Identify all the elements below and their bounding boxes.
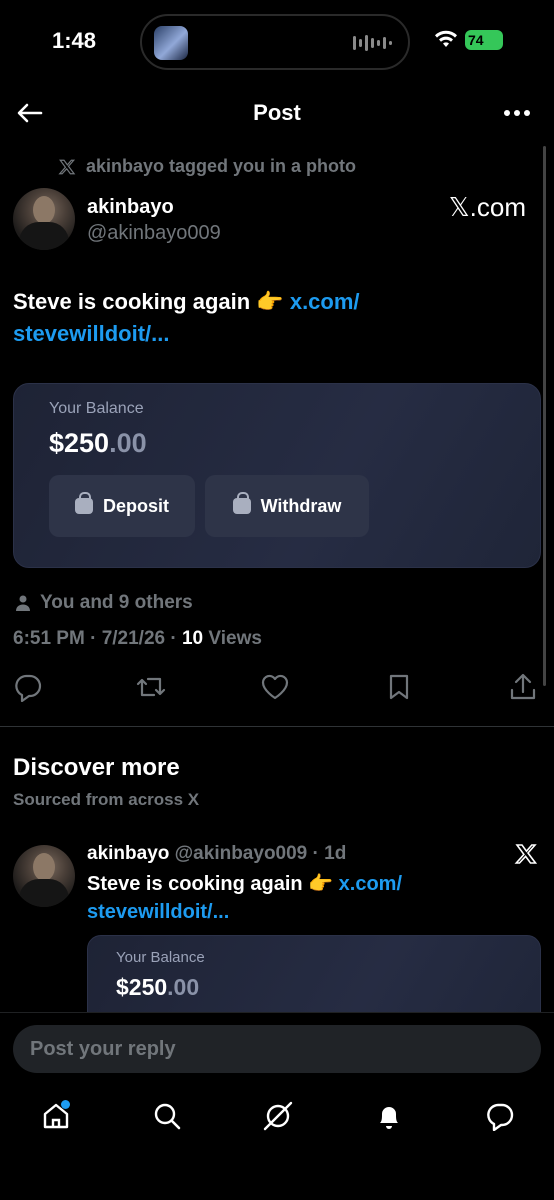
author-handle-time: @akinbayo009 · 1d <box>174 843 347 864</box>
recommended-post-text[interactable]: Steve is cooking again 👉 x.com/stevewill… <box>87 870 507 926</box>
dynamic-island[interactable] <box>140 14 410 70</box>
reply-icon[interactable] <box>13 672 43 702</box>
x-logo-icon[interactable] <box>514 842 538 866</box>
wifi-icon <box>435 30 457 47</box>
avatar[interactable] <box>13 188 75 250</box>
discover-subtitle: Sourced from across X <box>13 790 200 809</box>
battery-level: 74 <box>468 32 484 48</box>
balance-value: $250.00 <box>116 974 200 1000</box>
post-body: Steve is cooking again 👉 <box>13 289 284 314</box>
author-name[interactable]: akinbayo <box>87 196 174 219</box>
views-label: Views <box>203 628 262 649</box>
person-icon <box>16 595 30 611</box>
tab-grok[interactable] <box>258 1096 298 1136</box>
status-bar: 1:48 74 <box>0 0 554 84</box>
discover-title: Discover more <box>13 754 180 781</box>
balance-label: Your Balance <box>49 400 144 417</box>
bookmark-icon[interactable] <box>384 672 414 702</box>
source-domain-label[interactable]: 𝕏.com <box>449 192 526 223</box>
views-count[interactable]: 10 <box>182 628 203 649</box>
recommended-post-header[interactable]: akinbayo @akinbayo009 · 1d <box>87 843 346 865</box>
wallet-icon <box>74 492 93 514</box>
divider <box>0 726 554 727</box>
grok-icon <box>263 1101 293 1131</box>
now-playing-thumbnail <box>154 26 188 60</box>
tab-search[interactable] <box>147 1096 187 1136</box>
scrollbar[interactable] <box>543 146 546 686</box>
bottom-tab-bar <box>0 1088 554 1148</box>
avatar[interactable] <box>13 845 75 907</box>
search-icon <box>154 1103 181 1130</box>
like-heart-icon[interactable] <box>260 672 290 702</box>
battery-icon: 74 <box>465 30 503 50</box>
chat-icon <box>487 1103 514 1131</box>
wallet-icon <box>232 492 251 514</box>
balance-label: Your Balance <box>116 949 205 966</box>
liked-by[interactable]: You and 9 others <box>16 592 193 614</box>
top-nav: Post <box>0 96 554 136</box>
timestamp: 6:51 PM · 7/21/26 · <box>13 628 182 649</box>
repost-icon[interactable] <box>136 672 166 702</box>
withdraw-button[interactable]: Withdraw <box>205 475 369 537</box>
share-icon[interactable] <box>508 672 538 702</box>
post-meta: 6:51 PM · 7/21/26 · 10 Views <box>13 628 262 650</box>
status-time: 1:48 <box>52 28 97 53</box>
post-text: Steve is cooking again 👉 x.com/stevewill… <box>13 286 533 350</box>
notification-dot <box>61 1100 70 1109</box>
post-actions <box>0 672 554 704</box>
x-logo-icon <box>58 159 76 174</box>
tagged-text: akinbayo tagged you in a photo <box>86 156 357 176</box>
audio-waveform-icon <box>353 34 392 52</box>
tab-home[interactable] <box>36 1096 76 1136</box>
link-preview-card[interactable]: Your Balance $250.00 Deposit Withdraw <box>13 383 541 568</box>
tagged-notice[interactable]: akinbayo tagged you in a photo <box>58 156 356 177</box>
bell-icon <box>380 1107 398 1129</box>
deposit-button[interactable]: Deposit <box>49 475 195 537</box>
more-options-icon[interactable] <box>504 110 530 116</box>
balance-value: $250.00 <box>49 428 147 458</box>
author-handle[interactable]: @akinbayo009 <box>87 222 221 245</box>
reply-input[interactable]: Post your reply <box>13 1025 541 1073</box>
tab-messages[interactable] <box>480 1096 520 1136</box>
page-title: Post <box>253 100 301 125</box>
tab-notifications[interactable] <box>369 1096 409 1136</box>
author-name: akinbayo <box>87 843 170 864</box>
